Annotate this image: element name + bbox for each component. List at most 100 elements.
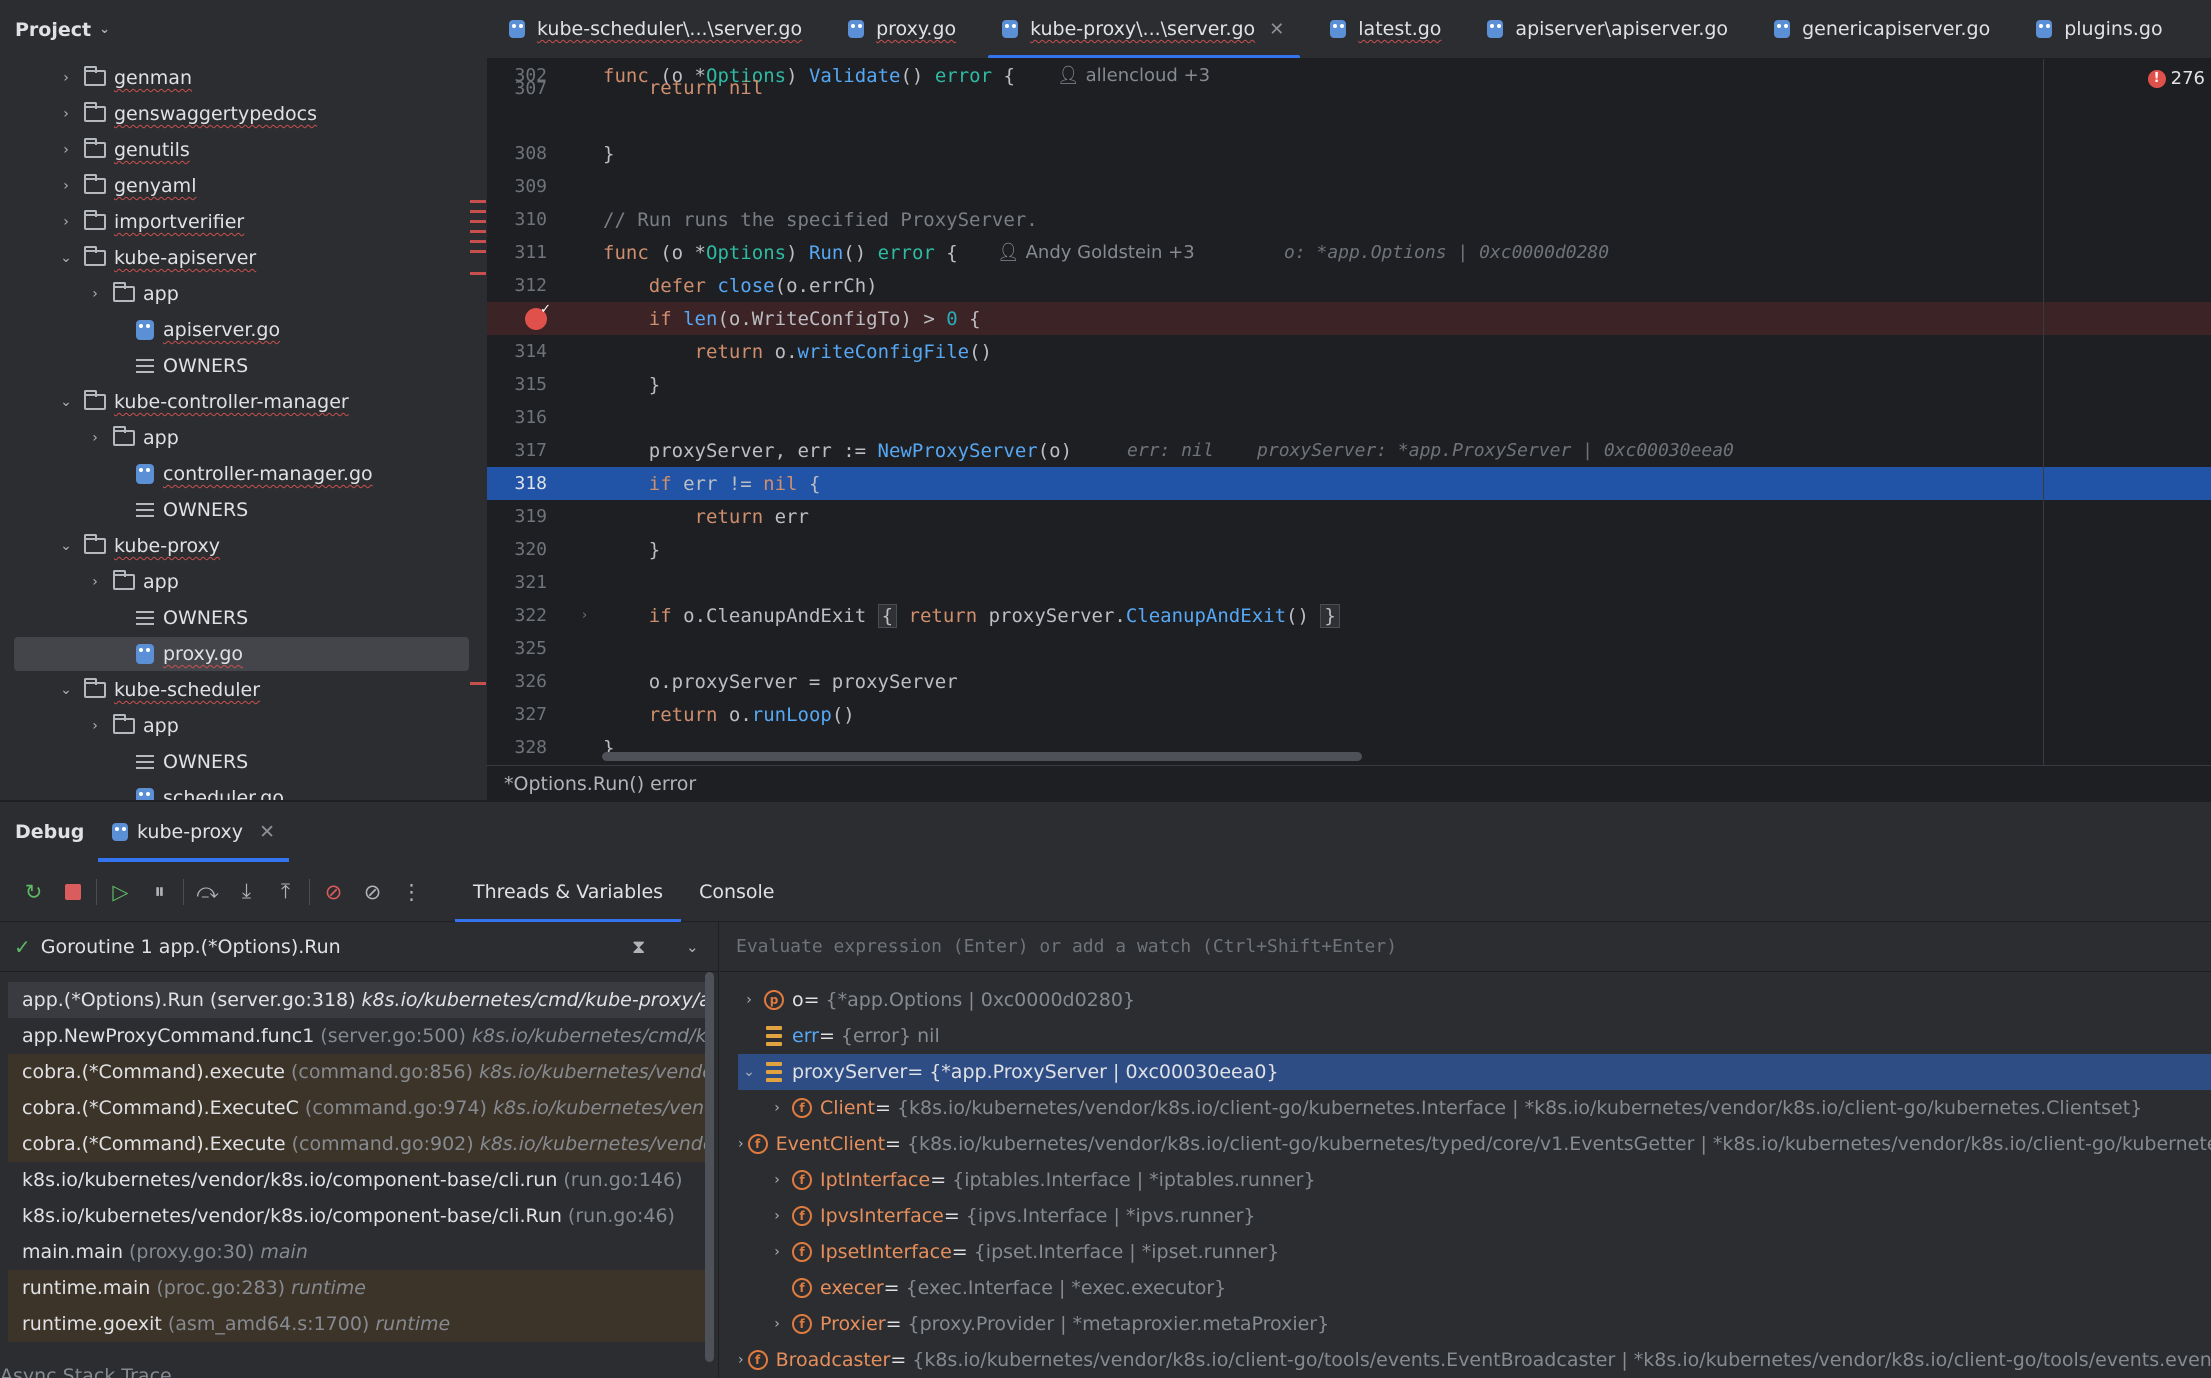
tree-item[interactable]: OWNERS bbox=[0, 744, 487, 780]
tree-item[interactable]: OWNERS bbox=[0, 348, 487, 384]
error-stripe-mark[interactable] bbox=[470, 250, 486, 253]
breadcrumb-item[interactable]: *Options.Run() error bbox=[504, 773, 696, 795]
tree-item[interactable]: ⌄ kube-proxy bbox=[0, 528, 487, 564]
code-line[interactable]: 320 } bbox=[487, 533, 2211, 566]
code-line[interactable]: 327 return o.runLoop() bbox=[487, 698, 2211, 731]
chevron-right-icon[interactable]: › bbox=[738, 1136, 744, 1152]
view-breakpoints-icon[interactable]: ⊘ bbox=[314, 872, 353, 912]
tree-item[interactable]: › genyaml bbox=[0, 168, 487, 204]
filter-icon[interactable]: ⧗ bbox=[632, 936, 645, 958]
chevron-right-icon[interactable]: › bbox=[58, 70, 74, 86]
chevron-right-icon[interactable]: › bbox=[87, 430, 103, 446]
chevron-right-icon[interactable]: › bbox=[87, 574, 103, 590]
error-stripe-mark[interactable] bbox=[470, 682, 486, 685]
chevron-right-icon[interactable]: › bbox=[738, 992, 760, 1008]
code-line[interactable]: 316 bbox=[487, 401, 2211, 434]
editor-tab[interactable]: kube-scheduler\...\server.go bbox=[487, 0, 826, 58]
code-line[interactable]: 315 } bbox=[487, 368, 2211, 401]
tree-item[interactable]: › genman bbox=[0, 60, 487, 96]
stop-icon[interactable] bbox=[53, 872, 92, 912]
chevron-down-icon[interactable]: ⌄ bbox=[738, 1064, 760, 1080]
stack-frame[interactable]: cobra.(*Command).Execute (command.go:902)… bbox=[8, 1126, 712, 1162]
code-line[interactable]: 322 › if o.CleanupAndExit { return proxy… bbox=[487, 599, 2211, 632]
chevron-right-icon[interactable]: › bbox=[766, 1208, 788, 1224]
error-stripe-mark[interactable] bbox=[470, 200, 486, 203]
vertical-scrollbar[interactable] bbox=[705, 972, 714, 1362]
variable-row[interactable]: › f EventClient = {k8s.io/kubernetes/vendor… bbox=[738, 1126, 2211, 1162]
variable-row[interactable]: › f IptInterface = {iptables.Interface | *i… bbox=[738, 1162, 2211, 1198]
tree-item[interactable]: › app bbox=[0, 564, 487, 600]
variable-row[interactable]: ⌄ proxyServer = {*app.ProxyServer | 0xc000… bbox=[738, 1054, 2211, 1090]
chevron-down-icon[interactable]: ⌄ bbox=[686, 938, 699, 956]
code-line[interactable]: 319 return err bbox=[487, 500, 2211, 533]
chevron-right-icon[interactable]: › bbox=[766, 1244, 788, 1260]
variable-row[interactable]: err = {error} nil bbox=[738, 1018, 2211, 1054]
chevron-down-icon[interactable]: ⌄ bbox=[99, 22, 110, 37]
variable-row[interactable]: › f Broadcaster = {k8s.io/kubernetes/vendor… bbox=[738, 1342, 2211, 1378]
editor-tab[interactable]: latest.go bbox=[1308, 0, 1465, 58]
tree-item[interactable]: OWNERS bbox=[0, 600, 487, 636]
step-out-icon[interactable]: ⤒ bbox=[266, 872, 305, 912]
code-line[interactable]: 308 } bbox=[487, 137, 2211, 170]
rerun-icon[interactable]: ↻ bbox=[14, 872, 53, 912]
code-line[interactable]: 325 bbox=[487, 632, 2211, 665]
editor-tab[interactable]: proxy.go bbox=[826, 0, 980, 58]
chevron-right-icon[interactable]: › bbox=[766, 1100, 788, 1116]
stack-frame[interactable]: k8s.io/kubernetes/vendor/k8s.io/componen… bbox=[8, 1162, 712, 1198]
tree-item[interactable]: ⌄ kube-controller-manager bbox=[0, 384, 487, 420]
code-line[interactable]: 326 o.proxyServer = proxyServer bbox=[487, 665, 2211, 698]
editor-tab[interactable]: apiserver\apiserver.go bbox=[1465, 0, 1752, 58]
horizontal-scrollbar[interactable] bbox=[602, 752, 1362, 761]
execution-point-line[interactable]: 318 if err != nil { bbox=[487, 467, 2211, 500]
breadcrumb[interactable]: *Options.Run() error bbox=[487, 765, 2211, 801]
tree-item[interactable]: › genswaggertypedocs bbox=[0, 96, 487, 132]
chevron-down-icon[interactable]: ⌄ bbox=[58, 394, 74, 410]
chevron-right-icon[interactable]: › bbox=[766, 1316, 788, 1332]
chevron-right-icon[interactable]: › bbox=[738, 1352, 744, 1368]
variable-row[interactable]: › f IpsetInterface = {ipset.Interface | *ip… bbox=[738, 1234, 2211, 1270]
stack-frame[interactable]: app.NewProxyCommand.func1 (server.go:500)… bbox=[8, 1018, 712, 1054]
fold-chevron-icon[interactable]: › bbox=[582, 608, 587, 623]
variable-row[interactable]: › f Client = {k8s.io/kubernetes/vendor/k8s.… bbox=[738, 1090, 2211, 1126]
tree-item[interactable]: › importverifier bbox=[0, 204, 487, 240]
chevron-right-icon[interactable]: › bbox=[58, 142, 74, 158]
error-stripe-mark[interactable] bbox=[470, 240, 486, 243]
tree-item[interactable]: › app bbox=[0, 276, 487, 312]
stack-frame[interactable]: app.(*Options).Run (server.go:318) k8s.io/… bbox=[8, 982, 712, 1018]
watch-expression-input[interactable]: Evaluate expression (Enter) or add a wat… bbox=[720, 922, 2211, 972]
stack-frame[interactable]: k8s.io/kubernetes/vendor/k8s.io/componen… bbox=[8, 1198, 712, 1234]
tree-item[interactable]: scheduler.go bbox=[0, 780, 487, 800]
stack-frame[interactable]: cobra.(*Command).ExecuteC (command.go:974… bbox=[8, 1090, 712, 1126]
variable-row[interactable]: › f Proxier = {proxy.Provider | *metaproxie… bbox=[738, 1306, 2211, 1342]
breakpoint-line[interactable]: 313 if len(o.WriteConfigTo) > 0 { bbox=[487, 302, 2211, 335]
breakpoint-icon[interactable] bbox=[525, 302, 551, 330]
chevron-right-icon[interactable]: › bbox=[58, 178, 74, 194]
stack-frame[interactable]: cobra.(*Command).execute (command.go:856)… bbox=[8, 1054, 712, 1090]
debug-session-tab[interactable]: kube-proxy ✕ bbox=[98, 802, 289, 862]
chevron-right-icon[interactable]: › bbox=[58, 106, 74, 122]
pause-icon[interactable]: ⏸︎ bbox=[140, 872, 179, 912]
step-into-icon[interactable]: ⤓ bbox=[227, 872, 266, 912]
chevron-down-icon[interactable]: ⌄ bbox=[58, 250, 74, 266]
chevron-down-icon[interactable]: ⌄ bbox=[58, 538, 74, 554]
chevron-right-icon[interactable]: › bbox=[87, 286, 103, 302]
project-header[interactable]: Project ⌄ bbox=[0, 0, 487, 59]
error-stripe-mark[interactable] bbox=[470, 230, 486, 233]
step-over-icon[interactable]: ⤼ bbox=[188, 872, 227, 912]
code-line[interactable]: 312 defer close(o.errCh) bbox=[487, 269, 2211, 302]
resume-icon[interactable]: ▷ bbox=[101, 872, 140, 912]
tree-item[interactable]: › app bbox=[0, 420, 487, 456]
stack-frame[interactable]: runtime.main (proc.go:283) runtime bbox=[8, 1270, 712, 1306]
variable-row[interactable]: › p o = {*app.Options | 0xc0000d0280} bbox=[738, 982, 2211, 1018]
code-line[interactable]: 321 bbox=[487, 566, 2211, 599]
editor-tab[interactable]: genericapiserver.go bbox=[1752, 0, 2014, 58]
stack-frame[interactable]: main.main (proxy.go:30) main bbox=[8, 1234, 712, 1270]
chevron-down-icon[interactable]: ⌄ bbox=[58, 682, 74, 698]
variable-row[interactable]: f execer = {exec.Interface | *exec.executo… bbox=[738, 1270, 2211, 1306]
mute-breakpoints-icon[interactable]: ⊘ bbox=[353, 872, 392, 912]
more-options-icon[interactable]: ⋮ bbox=[392, 872, 431, 912]
tree-item[interactable]: proxy.go bbox=[0, 636, 487, 672]
chevron-right-icon[interactable]: › bbox=[766, 1172, 788, 1188]
code-line[interactable]: 310 // Run runs the specified ProxyServe… bbox=[487, 203, 2211, 236]
close-icon[interactable]: ✕ bbox=[259, 821, 275, 843]
